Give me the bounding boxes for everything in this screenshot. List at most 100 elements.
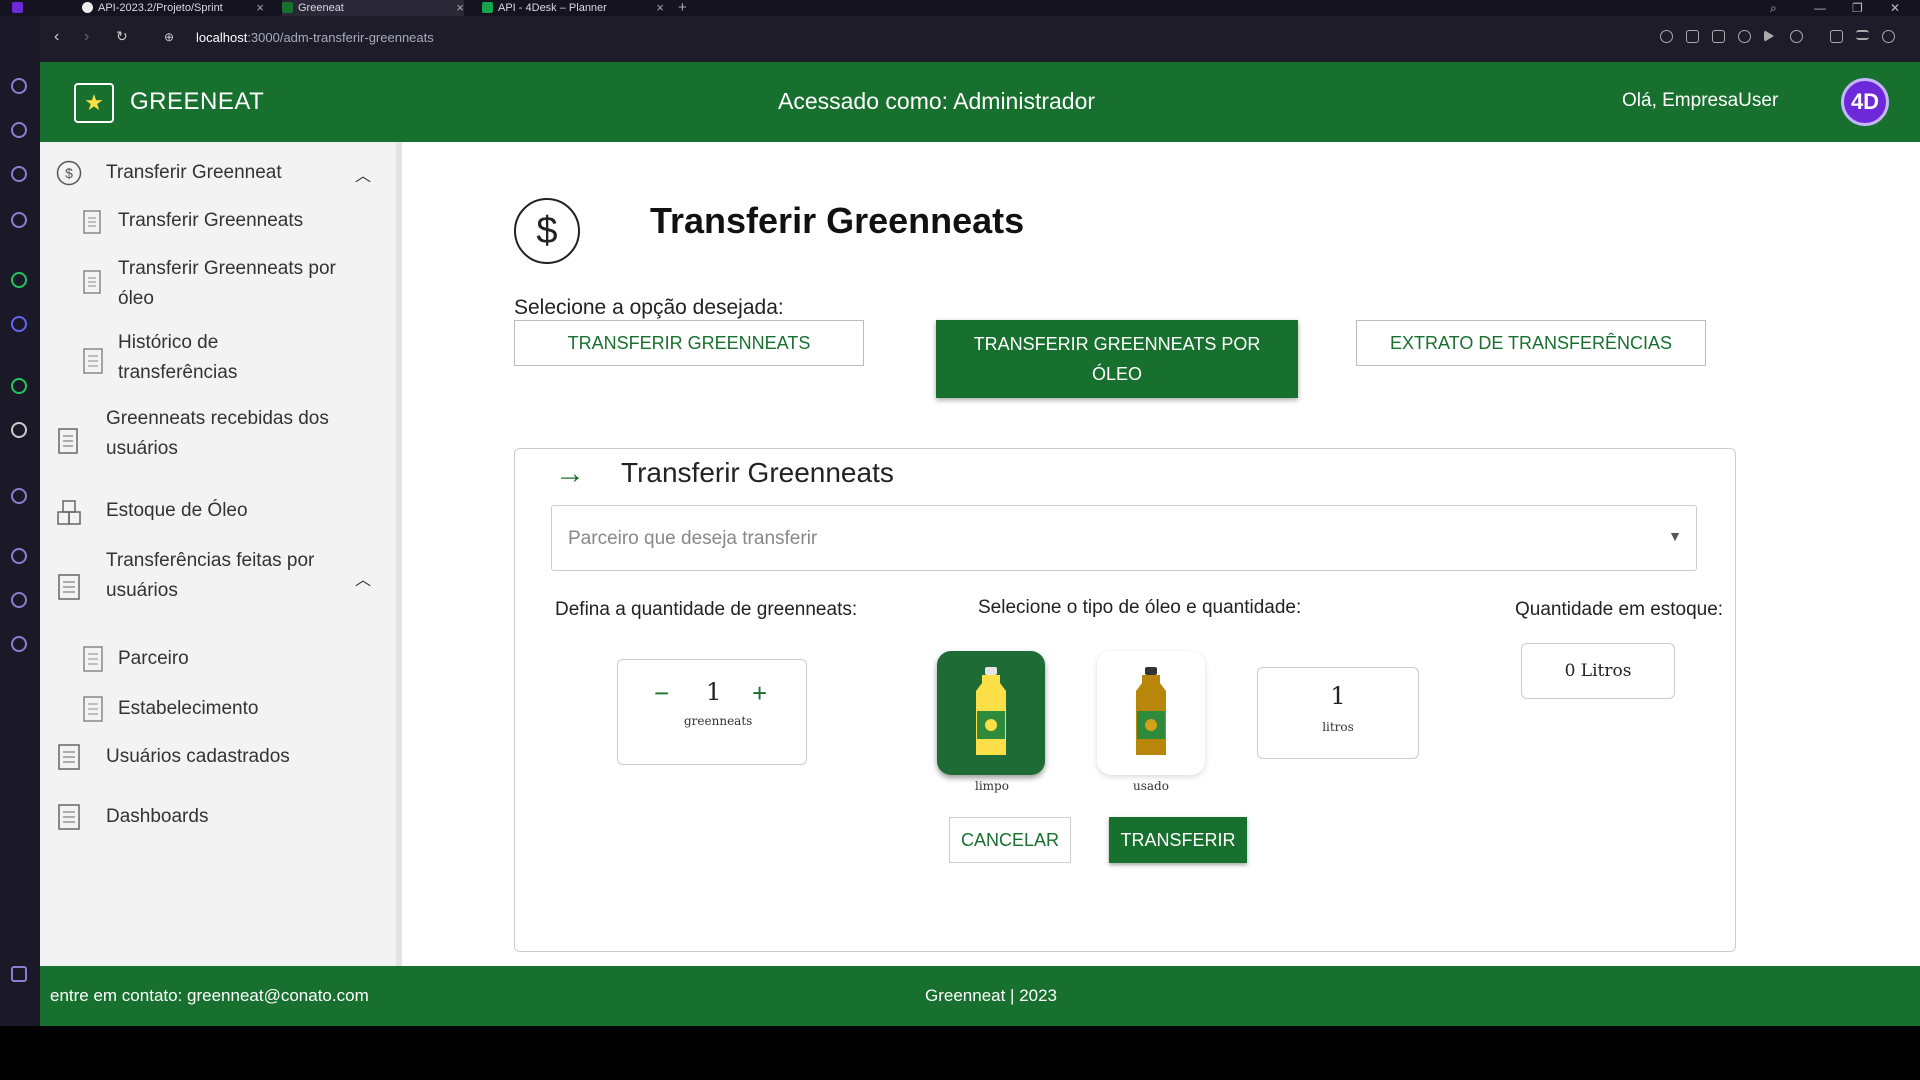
clock-icon[interactable] <box>11 548 27 564</box>
boxes-icon <box>56 498 82 528</box>
play-icon[interactable] <box>11 488 27 504</box>
sidebar-item-parceiro[interactable]: Parceiro <box>118 644 189 674</box>
download-icon[interactable] <box>1830 30 1843 43</box>
qty-label: Defina a quantidade de greenneats: <box>555 599 858 620</box>
document-icon <box>80 208 106 238</box>
dollar-circle-icon: $ <box>514 198 580 264</box>
app: ★ GREENEAT Acessado como: Administrador … <box>40 62 1920 1026</box>
transfer-card: → Transferir Greenneats Parceiro que des… <box>514 448 1736 952</box>
tab-planner[interactable]: API - 4Desk – Planner × <box>482 0 664 16</box>
option-extrato[interactable]: EXTRATO DE TRANSFERÊNCIAS <box>1356 320 1706 366</box>
sidebar-item-estoque-oleo[interactable]: Estoque de Óleo <box>106 496 248 526</box>
close-icon[interactable]: × <box>656 0 664 16</box>
chevron-up-icon[interactable]: ︿ <box>355 566 371 590</box>
decrement-button[interactable]: − <box>654 678 669 709</box>
qty-unit: greenneats <box>684 714 753 728</box>
planner-favicon-icon <box>482 2 493 13</box>
twitch-icon[interactable] <box>11 166 27 182</box>
sidebar-item-estabelecimento[interactable]: Estabelecimento <box>118 694 258 724</box>
liters-value: 1 <box>1330 682 1346 710</box>
x-icon[interactable] <box>11 422 27 438</box>
restore-icon[interactable]: ❐ <box>1852 0 1863 16</box>
play-icon[interactable] <box>1764 30 1774 42</box>
cube-icon[interactable] <box>11 592 27 608</box>
profile-icon[interactable] <box>1882 30 1895 43</box>
sidebar-item-usuarios-cadastrados[interactable]: Usuários cadastrados <box>106 742 290 772</box>
sidebar-item-transferir-greenneats[interactable]: Transferir Greenneats <box>118 206 303 236</box>
zoom-icon[interactable] <box>1660 30 1673 43</box>
sidebar-item-transferir-greenneat[interactable]: Transferir Greenneat <box>106 158 282 188</box>
liters-unit: litros <box>1322 720 1354 734</box>
option-prompt: Selecione a opção desejada: <box>514 296 784 319</box>
app-icon[interactable] <box>11 316 27 332</box>
page-title: Transferir Greenneats <box>650 200 1025 241</box>
tab-actions[interactable] <box>0 0 40 16</box>
site-info-icon[interactable]: ⊕ <box>164 30 174 44</box>
stock-value: 0 Litros <box>1521 643 1675 699</box>
qty-value[interactable]: 1 <box>706 678 721 706</box>
menu-icon[interactable] <box>1856 30 1869 40</box>
forward-icon[interactable]: › <box>84 28 89 46</box>
github-icon <box>82 2 93 13</box>
main-content: $ Transferir Greenneats Selecione a opçã… <box>402 142 1920 966</box>
tab-label: API-2023.2/Projeto/Sprint <box>98 2 223 14</box>
greeneat-logo-icon[interactable]: ★ <box>74 83 114 123</box>
oil-type-limpo-label: limpo <box>975 779 1009 793</box>
oil-bottle-used-icon <box>1136 667 1166 755</box>
browser-logo-icon <box>12 2 23 13</box>
settings-icon[interactable] <box>11 636 27 652</box>
share-icon[interactable] <box>1686 30 1699 43</box>
greeneat-favicon-icon <box>282 2 293 13</box>
extension-icon[interactable] <box>1738 30 1751 43</box>
close-icon[interactable]: × <box>256 0 264 16</box>
new-tab-button[interactable]: + <box>678 0 694 16</box>
address-bar[interactable]: localhost:3000/adm-transferir-greenneats <box>196 30 434 45</box>
minimize-icon[interactable]: — <box>1814 0 1826 16</box>
partner-select[interactable]: Parceiro que deseja transferir ▼ <box>551 505 1697 571</box>
browser-toolbar: ‹ › ↻ ⊕ localhost:3000/adm-transferir-gr… <box>40 16 1920 62</box>
cancel-button[interactable]: CANCELAR <box>949 817 1071 863</box>
search-tabs-icon[interactable]: ⌕ <box>1770 0 1777 16</box>
tab-greeneat[interactable]: Greeneat × <box>282 0 464 16</box>
heart-icon[interactable] <box>1790 30 1803 43</box>
sidebar-item-historico[interactable]: Histórico de transferências <box>118 328 318 388</box>
back-icon[interactable]: ‹ <box>54 28 59 46</box>
card-title: Transferir Greenneats <box>621 457 894 488</box>
history-icon[interactable] <box>11 78 27 94</box>
chevron-up-icon[interactable]: ︿ <box>355 162 371 186</box>
stock-label: Quantidade em estoque: <box>1515 599 1724 620</box>
tab-github[interactable]: API-2023.2/Projeto/Sprint × <box>82 0 264 16</box>
sidebar-item-transferencias-usuarios[interactable]: Transferências feitas por usuários <box>106 546 326 606</box>
increment-button[interactable]: + <box>752 678 767 709</box>
option-transferir-greenneats[interactable]: TRANSFERIR GREENNEATS <box>514 320 864 366</box>
bag-icon[interactable] <box>11 122 27 138</box>
brand-name: GREENEAT <box>130 88 265 115</box>
dollar-circle-icon: $ <box>56 158 82 188</box>
option-transferir-por-oleo[interactable]: TRANSFERIR GREENNEATS POR ÓLEO <box>936 320 1298 398</box>
user-greeting: Olá, EmpresaUser <box>1622 90 1779 111</box>
oil-type-limpo[interactable] <box>937 651 1045 775</box>
liters-input[interactable]: 1 litros <box>1257 667 1419 759</box>
partner-placeholder: Parceiro que deseja transferir <box>568 528 818 549</box>
sidebar-item-greenneats-recebidas[interactable]: Greenneats recebidas dos usuários <box>106 404 366 464</box>
sidebar-item-dashboards[interactable]: Dashboards <box>106 802 208 832</box>
transfer-button[interactable]: TRANSFERIR <box>1109 817 1247 863</box>
close-window-icon[interactable]: ✕ <box>1890 0 1900 16</box>
tab-label: API - 4Desk – Planner <box>498 2 607 14</box>
whatsapp-icon[interactable] <box>11 378 27 394</box>
tab-label: Greeneat <box>298 2 344 14</box>
chatgpt-icon[interactable] <box>11 272 27 288</box>
sidebar-item-transferir-por-oleo[interactable]: Transferir Greenneats por óleo <box>118 254 364 314</box>
document-icon <box>80 268 106 298</box>
reload-icon[interactable]: ↻ <box>116 28 128 45</box>
avatar[interactable]: 4D <box>1841 78 1889 126</box>
camera-icon[interactable] <box>1712 30 1725 43</box>
oil-type-usado[interactable] <box>1097 651 1205 775</box>
close-icon[interactable]: × <box>456 0 464 16</box>
caret-down-icon: ▼ <box>1668 528 1682 544</box>
footer-copyright: Greenneat | 2023 <box>925 986 1058 1005</box>
list-icon <box>56 742 82 772</box>
panel-icon[interactable] <box>11 966 27 982</box>
browser-sidebar <box>0 16 40 1026</box>
instagram-icon[interactable] <box>11 212 27 228</box>
